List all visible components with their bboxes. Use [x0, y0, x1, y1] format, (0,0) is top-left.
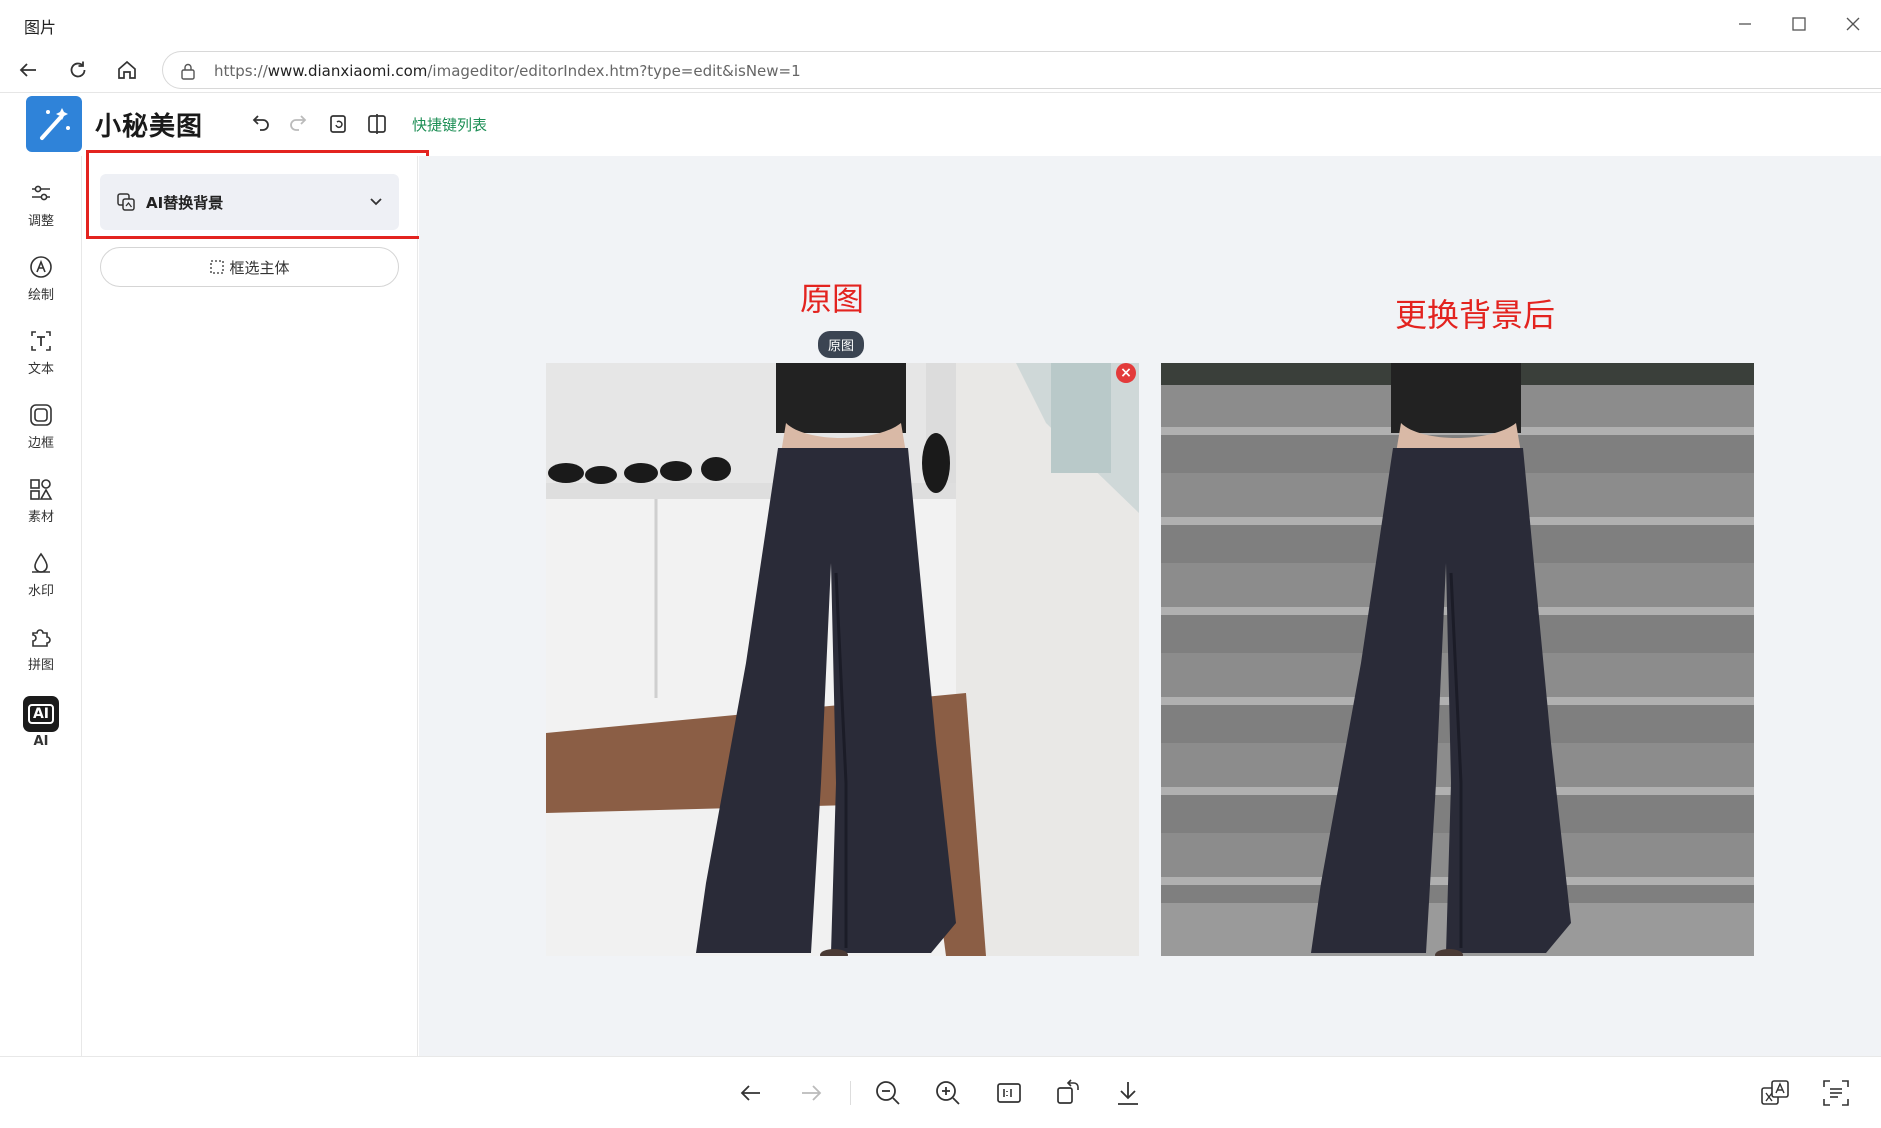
frame-icon — [26, 400, 56, 430]
previous-button[interactable] — [733, 1075, 769, 1111]
rail-label: AI — [33, 734, 49, 749]
rail-label: 调整 — [27, 214, 54, 229]
redo-icon — [290, 115, 307, 131]
rail-item-assets[interactable]: 素材 — [0, 474, 82, 538]
zoom-out-button[interactable] — [870, 1075, 906, 1111]
zoom-in-button[interactable] — [930, 1075, 966, 1111]
address-bar[interactable]: https://www.dianxiaomi.com/imageditor/ed… — [162, 51, 1881, 89]
actual-size-button[interactable] — [991, 1075, 1027, 1111]
result-image[interactable] — [1161, 363, 1754, 956]
lock-icon — [181, 63, 195, 80]
original-badge: 原图 — [818, 331, 865, 358]
next-button[interactable] — [793, 1075, 829, 1111]
translate-button[interactable] — [1757, 1075, 1793, 1111]
magic-wand-icon — [40, 108, 70, 140]
ai-function-select[interactable]: AI替换背景 — [100, 174, 399, 230]
ai-icon: AI — [23, 696, 59, 732]
original-photo-drawing — [546, 363, 1139, 956]
caption-after: 更换背景后 — [1395, 296, 1556, 334]
rotate-icon — [1057, 1079, 1079, 1104]
puzzle-icon — [26, 622, 56, 652]
original-image[interactable] — [546, 363, 1139, 956]
window-title: 图片 — [24, 18, 57, 37]
sliders-icon — [26, 178, 56, 208]
rail-item-adjust[interactable]: 调整 — [0, 178, 82, 242]
rail-label: 边框 — [27, 436, 54, 451]
watermark-icon — [26, 548, 56, 578]
compare-button[interactable] — [361, 108, 393, 140]
bottom-toolbar — [0, 1056, 1881, 1128]
rail-item-ai[interactable]: AI AI — [0, 696, 82, 760]
pen-icon — [26, 252, 56, 282]
minimize-button[interactable] — [1722, 6, 1768, 42]
rail-label: 素材 — [27, 510, 54, 525]
chevron-down-icon — [370, 198, 382, 206]
undo-icon — [252, 115, 269, 131]
zoom-in-icon — [936, 1081, 960, 1105]
browser-navbar: https://www.dianxiaomi.com/imageditor/ed… — [0, 48, 1881, 92]
refresh-icon — [70, 61, 86, 78]
back-button[interactable] — [10, 52, 46, 88]
arrow-right-icon — [802, 1085, 822, 1101]
undo-button[interactable] — [244, 108, 276, 140]
home-icon — [118, 60, 136, 79]
rail-label: 绘制 — [27, 288, 54, 303]
tool-rail: 调整 绘制 文本 边框 素材 水印 拼图 AI AI — [0, 156, 82, 1056]
text-recognition-button[interactable] — [1818, 1075, 1854, 1111]
rail-label: 水印 — [27, 584, 54, 599]
rail-label: 拼图 — [27, 658, 54, 673]
select-subject-label: 框选主体 — [229, 258, 290, 277]
editor-canvas: 原图 更换背景后 原图 × — [419, 156, 1881, 1056]
rail-item-collage[interactable]: 拼图 — [0, 622, 82, 686]
window-titlebar: 图片 — [0, 0, 1881, 48]
url-text: https://www.dianxiaomi.com/imageditor/ed… — [214, 62, 801, 80]
rail-item-draw[interactable]: 绘制 — [0, 252, 82, 316]
result-photo-drawing — [1161, 363, 1754, 956]
zoom-out-icon — [876, 1081, 900, 1105]
caption-original: 原图 — [800, 280, 865, 318]
rail-item-text[interactable]: 文本 — [0, 326, 82, 390]
close-window-button[interactable] — [1830, 6, 1876, 42]
shapes-icon — [26, 474, 56, 504]
maximize-button[interactable] — [1776, 6, 1822, 42]
actual-size-icon — [997, 1083, 1021, 1103]
restore-button[interactable] — [322, 108, 354, 140]
arrow-left-icon — [19, 63, 36, 77]
translate-icon — [1761, 1080, 1789, 1105]
arrow-left-icon — [740, 1085, 760, 1101]
download-icon — [1118, 1082, 1138, 1105]
rail-item-watermark[interactable]: 水印 — [0, 548, 82, 612]
rail-item-frame[interactable]: 边框 — [0, 400, 82, 464]
rail-label: 文本 — [27, 362, 54, 377]
rotate-button[interactable] — [1050, 1075, 1086, 1111]
home-button[interactable] — [109, 52, 145, 88]
remove-image-button[interactable]: × — [1116, 363, 1136, 383]
select-subject-button[interactable]: 框选主体 — [100, 247, 399, 287]
compare-icon — [368, 114, 386, 134]
toolbar-divider — [850, 1081, 851, 1105]
ai-select-label: AI替换背景 — [146, 193, 224, 212]
ai-panel: AI替换背景 框选主体 — [83, 150, 429, 1056]
marquee-icon — [210, 260, 225, 274]
ocr-icon — [1823, 1080, 1849, 1106]
app-header: 小秘美图 快捷键列表 — [0, 92, 1881, 156]
refresh-button[interactable] — [60, 52, 96, 88]
download-button[interactable] — [1110, 1075, 1146, 1111]
redo-button[interactable] — [283, 108, 315, 140]
replace-bg-icon — [117, 193, 135, 211]
shortcut-list-link[interactable]: 快捷键列表 — [412, 114, 487, 135]
text-icon — [26, 326, 56, 356]
app-logo — [26, 96, 82, 152]
app-brand: 小秘美图 — [95, 112, 204, 142]
restore-icon — [330, 115, 346, 133]
